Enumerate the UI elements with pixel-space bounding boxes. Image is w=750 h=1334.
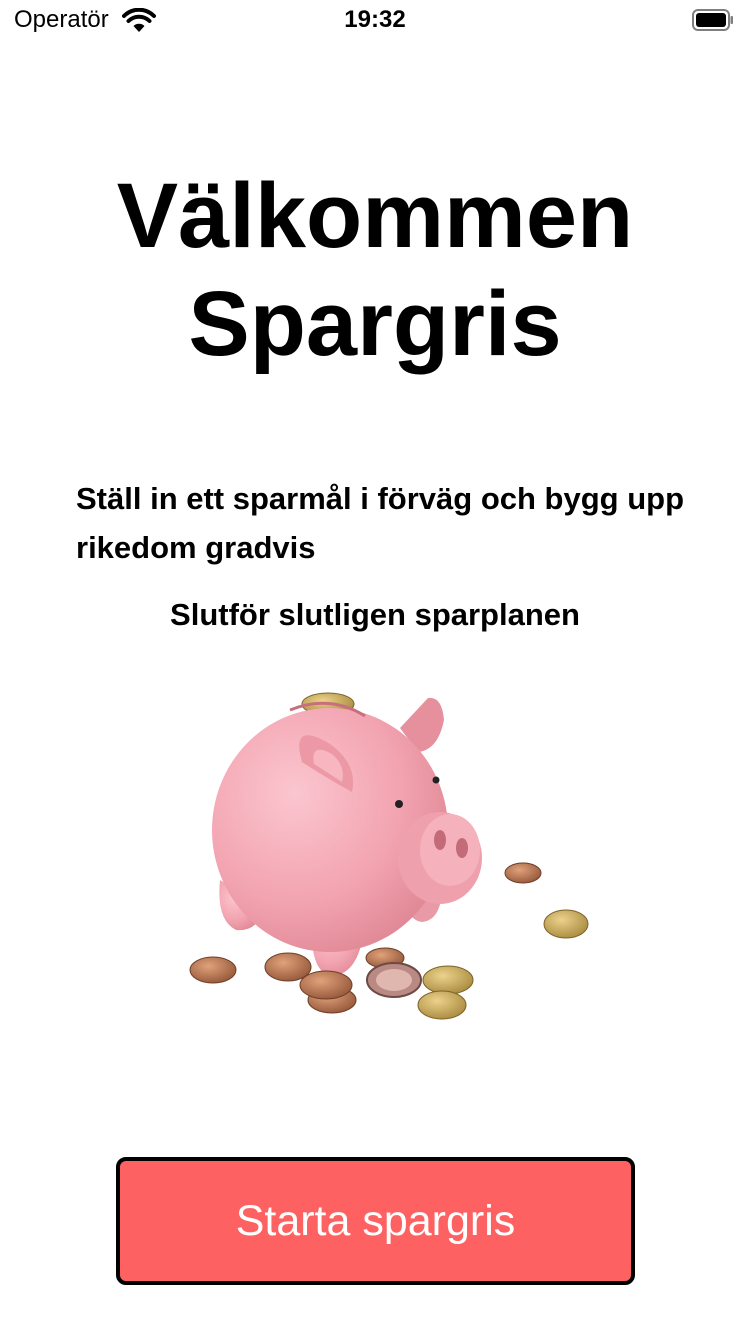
- description-text: Ställ in ett sparmål i förväg och bygg u…: [76, 481, 685, 565]
- clock: 19:32: [344, 6, 406, 33]
- subtitle-text: Slutför slutligen sparplanen: [170, 597, 580, 632]
- title-line-2: Spargris: [188, 273, 562, 375]
- title-line-1: Välkommen: [116, 165, 634, 267]
- piggy-bank-illustration: [189, 692, 589, 1020]
- page-title: Välkommen Spargris: [0, 162, 750, 378]
- start-piggy-bank-button[interactable]: Starta spargris: [116, 1157, 635, 1285]
- status-bar: Operatör 19:32: [0, 0, 750, 40]
- battery-icon: [692, 9, 733, 31]
